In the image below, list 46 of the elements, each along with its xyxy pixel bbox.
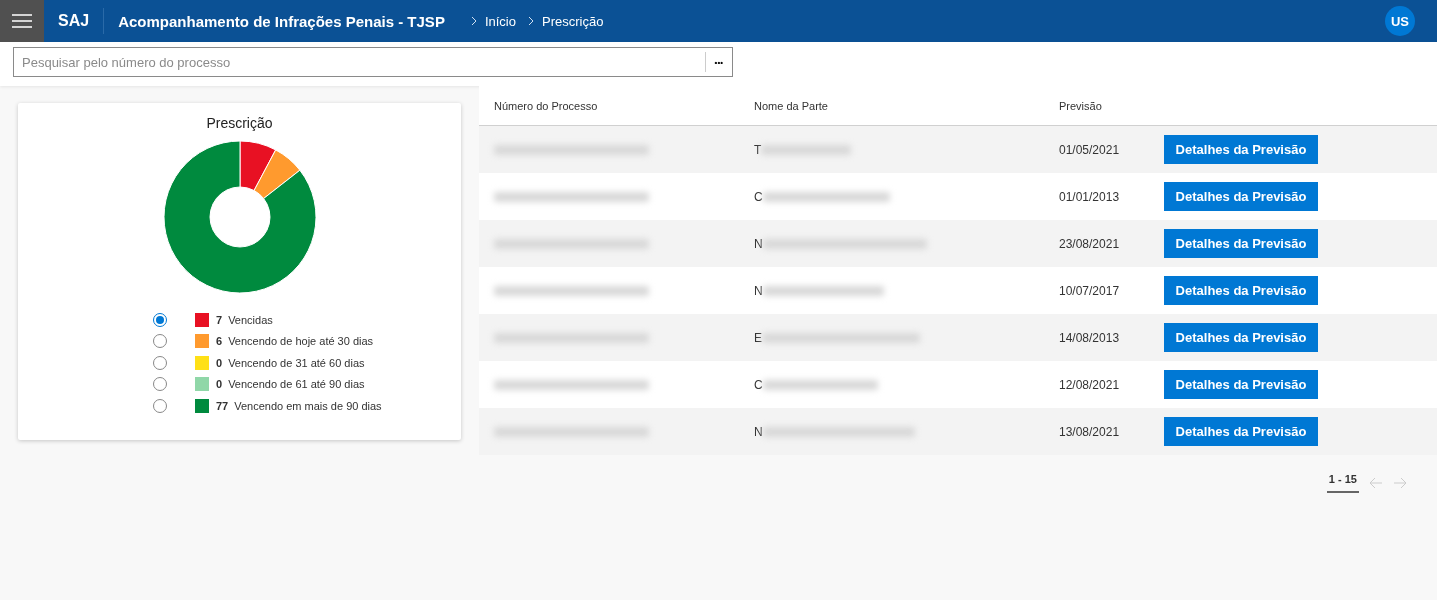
legend-count: 77 (216, 399, 229, 412)
menu-icon (12, 14, 32, 28)
name-initial: C (754, 377, 763, 392)
name-initial: N (754, 424, 763, 439)
column-header: Previsão (1059, 99, 1103, 112)
date-cell-text: 01/05/2021 (1059, 142, 1121, 157)
legend-label: Vencendo de hoje até 30 dias (228, 335, 374, 348)
details-button[interactable]: Detalhes da Previsão (1164, 323, 1318, 352)
date-cell-text: 14/08/2013 (1059, 330, 1121, 345)
legend-count: 0 (216, 378, 223, 391)
name-initial: T (754, 142, 762, 157)
legend-label: Vencendo de 61 até 90 dias (228, 378, 365, 391)
name-initial: C (754, 189, 763, 204)
details-button[interactable]: Detalhes da Previsão (1164, 370, 1318, 399)
date-cell-text: 01/01/2013 (1059, 189, 1121, 204)
date-cell-text: 12/08/2021 (1059, 377, 1121, 392)
name-initial: N (754, 236, 763, 251)
chevron-icon (470, 16, 477, 26)
page-range[interactable]: 1 - 15 (1326, 473, 1359, 493)
details-button[interactable]: Detalhes da Previsão (1164, 182, 1318, 211)
legend-count: 7 (216, 313, 223, 326)
breadcrumb-link[interactable]: Início (484, 13, 516, 29)
details-button[interactable]: Detalhes da Previsão (1164, 135, 1318, 164)
legend-label: Vencendo de 31 até 60 dias (228, 356, 365, 369)
chevron-icon (527, 16, 534, 26)
user-avatar[interactable]: US (1385, 6, 1415, 36)
column-header: Número do Processo (494, 99, 599, 112)
legend-label: Vencendo em mais de 90 dias (234, 399, 382, 412)
details-button[interactable]: Detalhes da Previsão (1164, 276, 1318, 305)
name-initial: N (754, 283, 763, 298)
card-title: Prescrição (206, 115, 273, 131)
breadcrumb-link[interactable]: Prescrição (541, 13, 604, 29)
details-button[interactable]: Detalhes da Previsão (1164, 417, 1318, 446)
search-field[interactable]: Pesquisar pelo número do processo ••• (13, 47, 733, 77)
app-name: SAJ (44, 8, 105, 34)
details-button[interactable]: Detalhes da Previsão (1164, 229, 1318, 258)
legend-count: 6 (216, 335, 223, 348)
page-title: Acompanhamento de Infrações Penais - TJSP (118, 12, 445, 30)
name-initial: E (754, 330, 762, 345)
menu-button[interactable] (0, 0, 44, 42)
date-cell-text: 10/07/2017 (1059, 283, 1121, 298)
legend-label: Vencidas (228, 313, 273, 326)
date-cell-text: 23/08/2021 (1059, 236, 1121, 251)
date-cell-text: 13/08/2021 (1059, 424, 1121, 439)
column-header: Nome da Parte (754, 99, 829, 112)
legend-count: 0 (216, 356, 223, 369)
